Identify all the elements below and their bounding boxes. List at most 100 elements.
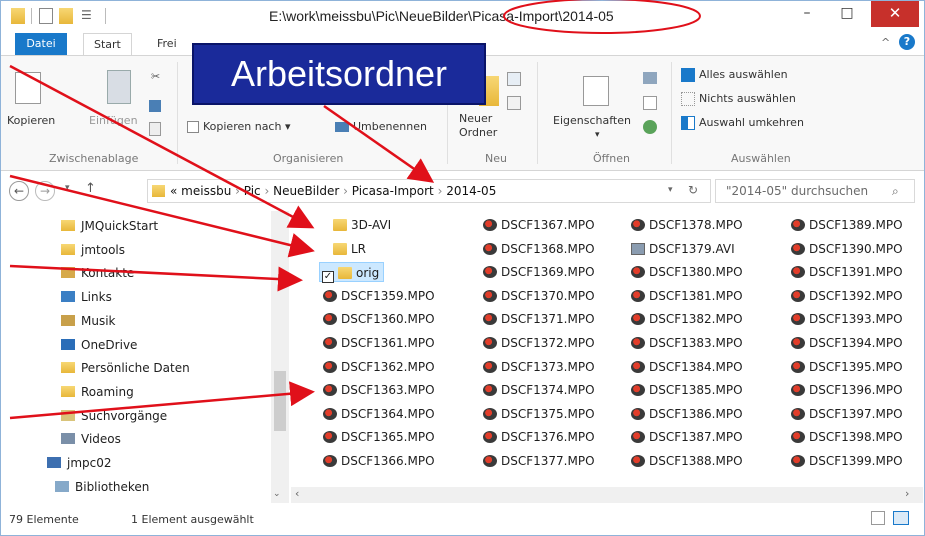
select-all-button[interactable]: Alles auswählen — [681, 68, 788, 82]
nav-item[interactable]: Bibliotheken — [55, 476, 149, 498]
copy-to-button[interactable]: Kopieren nach ▾ — [187, 120, 290, 133]
back-button[interactable]: ← — [9, 181, 29, 201]
breadcrumb-item[interactable]: Picasa-Import — [352, 184, 434, 198]
file-item[interactable]: DSCF1380.MPO — [631, 262, 743, 282]
file-item[interactable]: DSCF1390.MPO — [791, 239, 903, 259]
help-icon[interactable]: ? — [899, 34, 915, 50]
minimize-button[interactable]: – — [787, 1, 827, 27]
paste-button[interactable]: Einfügen — [89, 114, 138, 127]
nav-item[interactable]: Musik — [61, 310, 116, 332]
tab-freigeben[interactable]: Frei — [147, 33, 187, 55]
cut-icon[interactable]: ✂ — [151, 70, 160, 83]
breadcrumb-item[interactable]: 2014-05 — [446, 184, 496, 198]
file-item[interactable]: DSCF1362.MPO — [323, 357, 435, 377]
search-box[interactable]: "2014-05" durchsuchen ⌕ — [715, 179, 915, 203]
file-item[interactable]: DSCF1395.MPO — [791, 357, 903, 377]
nav-item[interactable]: jmtools — [61, 239, 125, 261]
file-item[interactable]: DSCF1363.MPO — [323, 380, 435, 400]
file-item[interactable]: DSCF1373.MPO — [483, 357, 595, 377]
nav-item[interactable]: Kontakte — [61, 262, 134, 284]
nav-item[interactable]: JMQuickStart — [61, 215, 158, 237]
nav-item[interactable]: OneDrive — [61, 334, 137, 356]
properties-button[interactable]: Eigenschaften — [553, 114, 631, 127]
file-item[interactable]: DSCF1379.AVI — [631, 239, 735, 259]
recent-locations-icon[interactable]: ▾ — [65, 183, 70, 193]
file-item[interactable]: DSCF1375.MPO — [483, 404, 595, 424]
properties-icon[interactable] — [39, 8, 53, 24]
collapse-ribbon-icon[interactable]: ^ — [881, 36, 890, 49]
file-item[interactable]: DSCF1367.MPO — [483, 215, 595, 235]
refresh-icon[interactable]: ↻ — [688, 183, 698, 197]
copy-icon[interactable] — [15, 72, 41, 104]
new-item-icon[interactable] — [507, 72, 521, 86]
easy-access-icon[interactable] — [507, 96, 521, 110]
new-folder-label-2[interactable]: Ordner — [459, 126, 497, 139]
file-item[interactable]: DSCF1391.MPO — [791, 262, 903, 282]
paste-icon[interactable] — [107, 70, 131, 104]
file-item[interactable]: DSCF1359.MPO — [323, 286, 435, 306]
file-item[interactable]: 3D-AVI — [333, 215, 391, 235]
breadcrumb-item[interactable]: NeueBilder — [273, 184, 339, 198]
file-item[interactable]: DSCF1372.MPO — [483, 333, 595, 353]
address-bar[interactable]: « meissbu › Pic › NeueBilder › Picasa-Im… — [147, 179, 711, 203]
file-item[interactable]: DSCF1376.MPO — [483, 427, 595, 447]
search-icon[interactable]: ⌕ — [892, 180, 899, 202]
breadcrumb-item[interactable]: Pic — [244, 184, 261, 198]
file-item[interactable]: DSCF1377.MPO — [483, 451, 595, 471]
breadcrumb-separator-icon[interactable]: › — [434, 184, 446, 198]
scroll-right-icon[interactable]: › — [905, 487, 909, 500]
close-button[interactable]: ✕ — [871, 1, 919, 27]
file-item[interactable]: LR — [333, 239, 366, 259]
nav-scrollbar[interactable] — [271, 211, 289, 503]
nav-item[interactable]: Suchvorgänge — [61, 405, 167, 427]
copy-button[interactable]: Kopieren — [7, 114, 55, 127]
file-item[interactable]: DSCF1369.MPO — [483, 262, 595, 282]
nav-scroll-thumb[interactable] — [274, 371, 286, 431]
nav-item[interactable]: Roaming — [61, 381, 134, 403]
file-item[interactable]: DSCF1368.MPO — [483, 239, 595, 259]
checkbox-icon[interactable]: ✓ — [322, 271, 334, 284]
nav-item[interactable]: Persönliche Daten — [61, 357, 190, 379]
file-item[interactable]: DSCF1386.MPO — [631, 404, 743, 424]
qat-dropdown-icon[interactable]: ☰ — [81, 8, 92, 24]
breadcrumb-separator-icon[interactable]: › — [231, 184, 243, 198]
file-item[interactable]: DSCF1392.MPO — [791, 286, 903, 306]
file-item[interactable]: DSCF1370.MPO — [483, 286, 595, 306]
invert-selection-button[interactable]: Auswahl umkehren — [681, 116, 804, 130]
file-item[interactable]: DSCF1387.MPO — [631, 427, 743, 447]
file-item[interactable]: DSCF1394.MPO — [791, 333, 903, 353]
file-item[interactable]: DSCF1389.MPO — [791, 215, 903, 235]
file-item[interactable]: DSCF1397.MPO — [791, 404, 903, 424]
file-item[interactable]: DSCF1374.MPO — [483, 380, 595, 400]
file-item-selected[interactable]: ✓ orig — [319, 262, 385, 284]
file-item[interactable]: DSCF1398.MPO — [791, 427, 903, 447]
paste-shortcut-icon[interactable] — [149, 122, 161, 136]
large-icons-view-icon[interactable] — [893, 511, 909, 525]
file-item[interactable]: DSCF1365.MPO — [323, 427, 435, 447]
file-item[interactable]: DSCF1360.MPO — [323, 309, 435, 329]
new-folder-icon[interactable] — [59, 8, 73, 24]
expand-chevron-icon[interactable]: ⌄ — [273, 489, 281, 499]
scroll-left-icon[interactable]: ‹ — [295, 487, 299, 500]
address-dropdown-icon[interactable]: ▾ — [668, 185, 673, 195]
rename-button[interactable]: Umbenennen — [335, 120, 427, 133]
nav-item[interactable]: jmpc02 — [47, 452, 112, 474]
file-item[interactable]: DSCF1366.MPO — [323, 451, 435, 471]
file-item[interactable]: DSCF1364.MPO — [323, 404, 435, 424]
forward-button[interactable]: → — [35, 181, 55, 201]
up-arrow-icon[interactable]: ↑ — [85, 181, 96, 196]
file-item[interactable]: DSCF1361.MPO — [323, 333, 435, 353]
details-view-icon[interactable] — [871, 511, 885, 525]
nav-item[interactable]: Videos — [61, 428, 121, 450]
file-item[interactable]: DSCF1371.MPO — [483, 309, 595, 329]
select-none-button[interactable]: Nichts auswählen — [681, 92, 796, 106]
copy-path-icon[interactable] — [149, 100, 161, 112]
file-item[interactable]: DSCF1396.MPO — [791, 380, 903, 400]
edit-icon[interactable] — [643, 96, 657, 110]
tab-start[interactable]: Start — [83, 33, 132, 56]
maximize-button[interactable]: □ — [827, 1, 867, 27]
breadcrumb-separator-icon[interactable]: › — [339, 184, 351, 198]
file-item[interactable]: DSCF1378.MPO — [631, 215, 743, 235]
properties-dropdown-icon[interactable]: ▾ — [595, 130, 600, 140]
file-item[interactable]: DSCF1382.MPO — [631, 309, 743, 329]
